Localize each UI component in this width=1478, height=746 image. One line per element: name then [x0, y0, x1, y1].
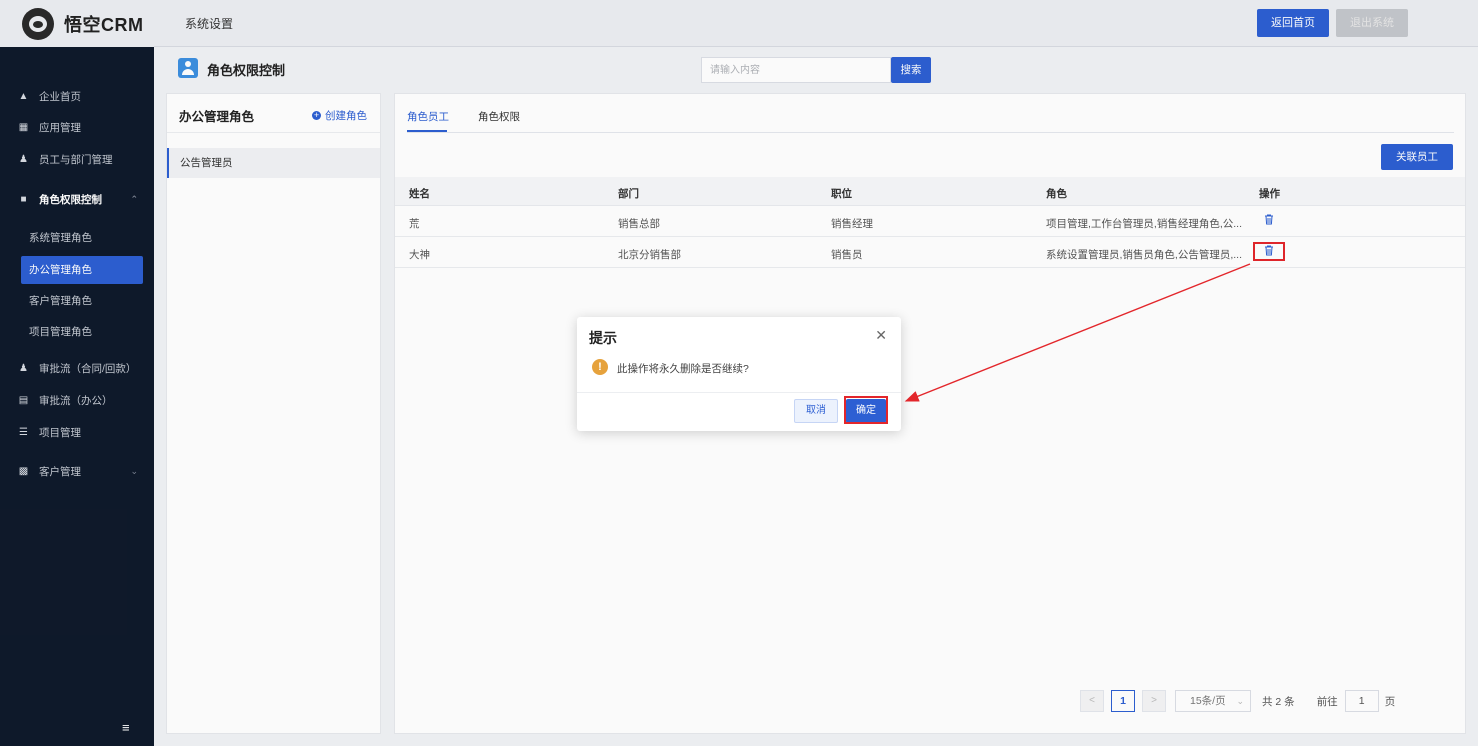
warning-icon: ! — [592, 359, 608, 375]
dialog-title: 提示 — [589, 330, 617, 346]
dialog-message: 此操作将永久删除是否继续? — [617, 363, 749, 375]
confirm-highlight-box — [844, 396, 888, 424]
divider — [577, 392, 901, 393]
cancel-button[interactable]: 取消 — [794, 399, 838, 423]
close-icon[interactable]: ✕ — [875, 327, 887, 344]
